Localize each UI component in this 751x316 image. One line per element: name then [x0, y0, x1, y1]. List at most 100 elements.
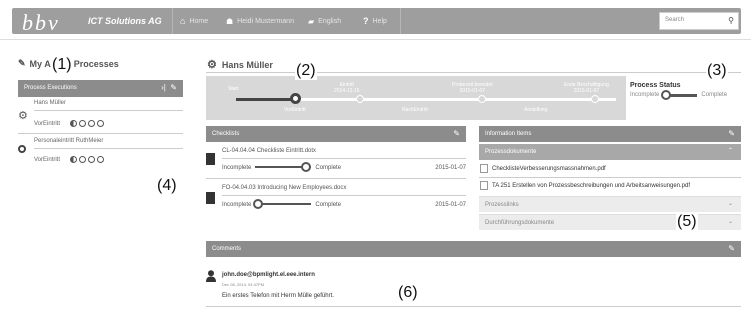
divider: [222, 158, 466, 159]
comments-title: Comments: [212, 246, 242, 252]
checklist-date: 2015-01-07: [435, 165, 466, 171]
timeline-point[interactable]: [478, 95, 486, 103]
checklist-name[interactable]: FO-04.04.03 Introducing New Employees.do…: [222, 185, 346, 191]
divider: [34, 110, 183, 111]
nav-language[interactable]: ▰ English: [302, 12, 347, 30]
milestone-probezeit: Probezeit beendet 2015-01-07: [452, 82, 493, 94]
annotation-3: (3): [706, 62, 728, 80]
divider: [18, 133, 183, 134]
milestone-ende: Ende Beschäftigung 2015-01-07: [564, 82, 609, 94]
progress-dots: [70, 156, 105, 163]
nav-language-label: English: [318, 17, 342, 25]
checklist-name[interactable]: CL-04.04.04 Checkliste Eintritt.dotx: [222, 148, 316, 154]
section-title: Prozesslinks: [485, 202, 519, 208]
avatar: [206, 270, 216, 282]
progress-from: Incomplete: [222, 165, 252, 171]
file-link[interactable]: ChecklisteVerbesserungsmassnahmen.pdf: [480, 164, 606, 173]
checklist-progress: Incomplete Complete 2015-01-07: [222, 199, 466, 210]
progress-to: Complete: [315, 165, 342, 171]
gear-icon: ⚙: [207, 59, 217, 71]
step-label: VorEintritt: [34, 121, 61, 128]
phase-label: Anstellung: [524, 107, 548, 113]
document-icon: [206, 153, 215, 165]
annotation-2: (2): [295, 62, 317, 80]
file-link[interactable]: TA 251 Erstellen von Prozessbeschreibung…: [480, 181, 690, 190]
section-title: Prozessdokumente: [485, 149, 537, 155]
checklist-slider-knob[interactable]: [253, 199, 264, 210]
status-slider-knob[interactable]: [661, 89, 672, 100]
process-status: Process Status Incomplete Complete: [630, 82, 728, 100]
page-title: ⚙ Hans Müller: [207, 58, 273, 71]
list-item[interactable]: Personaleintritt RuthMeier VorEintritt: [18, 138, 183, 170]
chevron-up-icon[interactable]: ⌃: [728, 147, 733, 154]
pdf-icon: [480, 181, 488, 190]
question-icon: ?: [363, 16, 369, 26]
checklist-slider[interactable]: [255, 162, 312, 173]
process-executions-label: Process Executions: [24, 85, 77, 91]
comments-header: Comments ✎: [206, 241, 741, 257]
comment-text: Ein erstes Telefon mit Herrn Mülle gefüh…: [222, 293, 334, 299]
comment-author: john.doe@bpmlight.el.eee.intern: [222, 272, 315, 278]
process-name: Hans Müller: [34, 100, 67, 106]
section-prozesslinks[interactable]: Prozesslinks ⌄: [479, 196, 741, 212]
nav-divider: [172, 8, 173, 34]
process-name: Personaleintritt RuthMeier: [34, 138, 104, 144]
checklists-title: Checklists: [212, 131, 240, 137]
process-status-title: Process Status: [630, 82, 681, 89]
chevron-down-icon[interactable]: ⌄: [728, 200, 733, 207]
annotation-4: (4): [156, 177, 178, 195]
search-icon[interactable]: ⚲: [728, 16, 734, 25]
checklist-slider[interactable]: [253, 199, 312, 210]
edit-icon[interactable]: ✎: [728, 129, 735, 138]
status-slider[interactable]: [661, 89, 698, 100]
annotation-5: (5): [676, 213, 698, 231]
edit-icon[interactable]: ✎: [453, 129, 460, 138]
milestone-date: 2015-01-07: [459, 88, 486, 94]
section-durchfuehrungsdokumente[interactable]: Durchführungsdokumente ⌄: [479, 214, 741, 230]
section-title: Durchführungsdokumente: [485, 220, 555, 226]
list-item[interactable]: ⚙ Hans Müller VorEintritt: [18, 100, 183, 132]
comment-date: Dec 08, 2014. 04:47PM: [222, 282, 265, 287]
process-executions-header: Process Executions ›| ✎: [18, 80, 183, 97]
process-step: VorEintritt: [34, 156, 105, 163]
divider: [206, 178, 466, 179]
my-active-processes-label: My Active Processes: [29, 58, 119, 69]
flag-icon: ▰: [308, 16, 315, 26]
timeline-point[interactable]: [356, 95, 364, 103]
nav-user[interactable]: ☗ Heidi Mustermann: [220, 12, 300, 30]
circle-icon: [18, 145, 26, 153]
divider: [206, 306, 741, 307]
chevron-down-icon[interactable]: ⌄: [728, 218, 733, 225]
divider: [206, 72, 741, 73]
search-input[interactable]: Search ⚲: [659, 12, 739, 30]
status-from-label: Incomplete: [630, 92, 660, 98]
checklist-date: 2015-01-07: [435, 202, 466, 208]
checklist-slider-knob[interactable]: [301, 162, 312, 173]
file-name: ChecklisteVerbesserungsmassnahmen.pdf: [492, 165, 606, 172]
document-icon: [206, 192, 215, 204]
divider: [479, 177, 741, 178]
user-icon: ☗: [226, 16, 234, 26]
timeline-current-point[interactable]: [290, 93, 301, 104]
progress-dots: [70, 120, 105, 127]
logo: bbv: [22, 10, 60, 35]
file-name: TA 251 Erstellen von Prozessbeschreibung…: [492, 182, 691, 189]
timeline-point[interactable]: [591, 95, 599, 103]
information-items-title: Information Items: [485, 131, 532, 137]
collapse-icon[interactable]: ›| ✎: [161, 83, 177, 92]
timeline-progress: [236, 98, 294, 101]
progress-to: Complete: [315, 202, 342, 208]
section-prozessdokumente[interactable]: Prozessdokumente ⌃: [479, 144, 741, 160]
nav-home[interactable]: ⌂ Home: [174, 12, 214, 30]
checklists-header: Checklists ✎: [206, 126, 466, 142]
milestone-date: 2015-01-07: [573, 88, 600, 94]
company-name: ICT Solutions AG: [88, 16, 162, 26]
pencil-icon: ✎: [18, 58, 26, 68]
edit-icon[interactable]: ✎: [728, 244, 735, 253]
status-to-label: Complete: [701, 92, 728, 98]
nav-divider: [400, 8, 401, 34]
milestone-eintritt: Eintritt 2014-12-16: [334, 82, 360, 94]
annotation-1: (1): [51, 56, 73, 74]
nav-help[interactable]: ? Help: [357, 12, 393, 30]
search-placeholder: Search: [665, 17, 685, 23]
